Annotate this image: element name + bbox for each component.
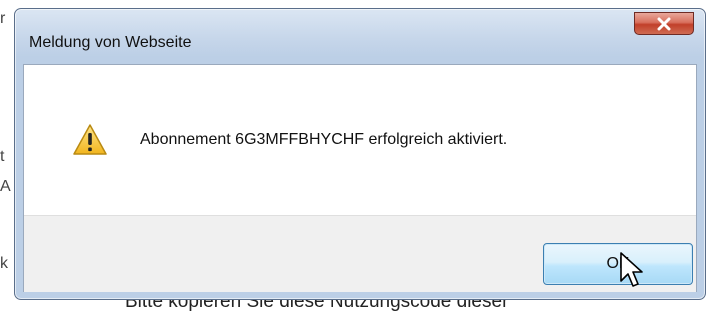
message-dialog: Meldung von Webseite Abonnement 6G3MFFBH…: [14, 8, 706, 300]
dialog-message: Abonnement 6G3MFFBHYCHF erfolgreich akti…: [140, 131, 508, 148]
close-button[interactable]: [634, 12, 694, 35]
background-fragment: t: [0, 148, 5, 165]
warning-icon: [72, 123, 108, 157]
background-fragment: A: [0, 178, 11, 195]
mouse-cursor-icon: [619, 251, 645, 291]
dialog-content: Abonnement 6G3MFFBHYCHF erfolgreich akti…: [23, 64, 697, 292]
background-fragment: k: [0, 255, 8, 272]
close-icon: [656, 17, 672, 31]
background-fragment: r: [0, 10, 6, 27]
ok-button[interactable]: OK: [543, 243, 693, 285]
dialog-title: Meldung von Webseite: [29, 34, 192, 51]
